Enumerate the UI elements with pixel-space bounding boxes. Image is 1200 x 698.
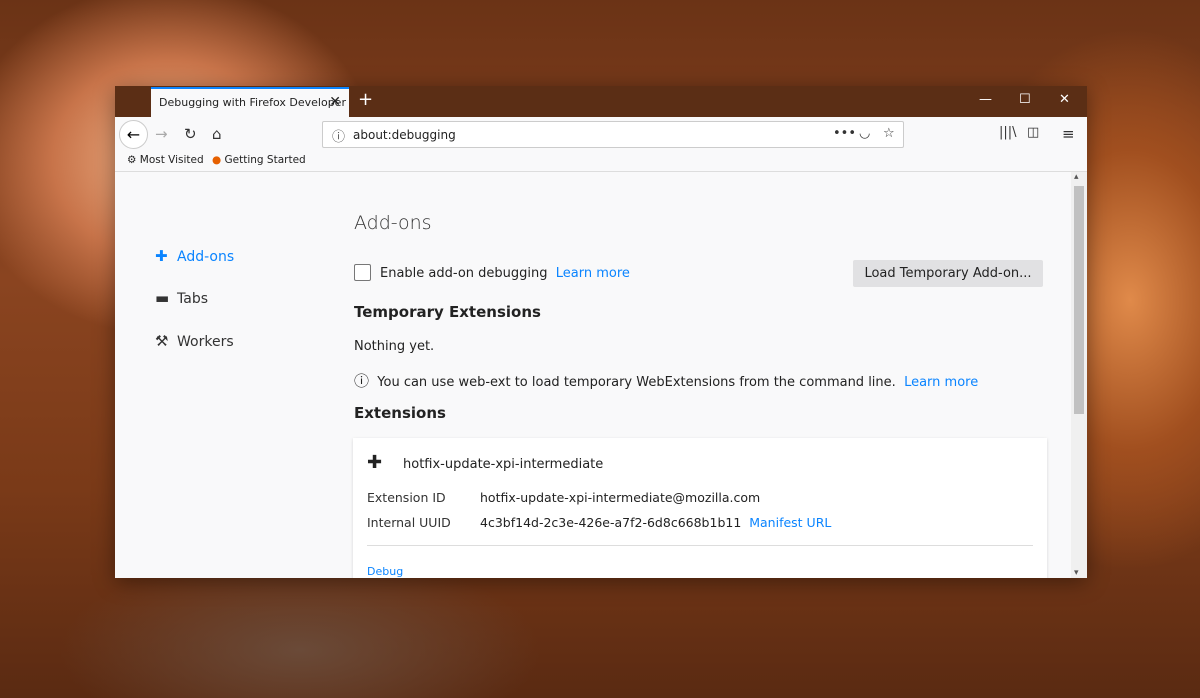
- extension-name: hotfix-update-xpi-intermediate: [403, 457, 604, 472]
- back-button[interactable]: ←: [119, 120, 148, 149]
- sidebar-item-label: Add-ons: [177, 249, 235, 265]
- internal-uuid-value: 4c3bf14d-2c3e-426e-a7f2-6d8c668b1b11: [480, 515, 742, 530]
- internal-uuid-label: Internal UUID: [367, 515, 451, 530]
- puzzle-icon: ✚: [367, 452, 383, 473]
- library-icon[interactable]: |||\: [999, 125, 1017, 140]
- enable-debugging-label: Enable add-on debugging: [380, 266, 548, 281]
- page-title: Add-ons: [354, 212, 432, 234]
- manifest-url-link[interactable]: Manifest URL: [749, 515, 831, 530]
- sidebar-item-label: Workers: [177, 334, 234, 350]
- bookmark-star-icon[interactable]: ☆: [883, 126, 895, 141]
- nothing-yet-text: Nothing yet.: [354, 339, 435, 354]
- info-icon[interactable]: ⓘ: [332, 126, 345, 145]
- close-tab-icon[interactable]: ✕: [329, 94, 341, 110]
- title-bar: Debugging with Firefox Developer ✕ + — ☐ …: [115, 86, 1087, 117]
- page-actions-icon[interactable]: •••: [833, 126, 856, 141]
- browser-window: Debugging with Firefox Developer ✕ + — ☐ …: [115, 86, 1087, 578]
- bookmark-getting-started[interactable]: ● Getting Started: [212, 154, 306, 166]
- learn-more-link[interactable]: Learn more: [556, 266, 630, 281]
- extension-id-value: hotfix-update-xpi-intermediate@mozilla.c…: [480, 490, 761, 505]
- debug-link[interactable]: Debug: [367, 565, 403, 578]
- web-ext-learn-more-link[interactable]: Learn more: [904, 375, 978, 390]
- tab-title: Debugging with Firefox Developer: [159, 96, 346, 109]
- minimize-button[interactable]: —: [979, 92, 992, 107]
- divider: [367, 545, 1033, 546]
- sidebar-toggle-icon[interactable]: ◫: [1027, 125, 1039, 140]
- extensions-heading: Extensions: [354, 404, 446, 422]
- bookmark-label: Getting Started: [224, 154, 306, 166]
- home-button[interactable]: ⌂: [212, 125, 222, 143]
- bookmarks-toolbar: ⚙ Most Visited ● Getting Started: [115, 151, 1087, 172]
- close-window-button[interactable]: ✕: [1059, 92, 1070, 107]
- forward-button[interactable]: →: [155, 125, 168, 143]
- sidebar-item-label: Tabs: [177, 291, 208, 307]
- nav-bar: ← → ↻ ⌂ ⓘ about:debugging ••• ◡ ☆ |||\ ◫ …: [115, 117, 1087, 151]
- url-bar[interactable]: ⓘ about:debugging ••• ◡ ☆: [322, 121, 904, 148]
- new-tab-button[interactable]: +: [358, 89, 373, 110]
- maximize-button[interactable]: ☐: [1019, 92, 1031, 107]
- scrollbar[interactable]: ▴ ▾: [1071, 172, 1087, 578]
- extension-card: ✚ hotfix-update-xpi-intermediate Extensi…: [353, 438, 1047, 578]
- puzzle-icon: ✚: [155, 247, 168, 265]
- bookmark-label: Most Visited: [139, 154, 204, 166]
- bookmark-most-visited[interactable]: ⚙ Most Visited: [127, 154, 204, 166]
- url-text: about:debugging: [353, 128, 456, 142]
- pocket-icon[interactable]: ◡: [859, 126, 870, 141]
- scroll-up-icon[interactable]: ▴: [1074, 172, 1079, 182]
- sidebar-item-workers[interactable]: ⚒ Workers: [155, 332, 234, 350]
- tab-icon: ▬: [155, 289, 170, 307]
- tools-icon: ⚒: [155, 332, 169, 350]
- scroll-down-icon[interactable]: ▾: [1074, 568, 1079, 578]
- temporary-extensions-heading: Temporary Extensions: [354, 303, 541, 321]
- firefox-icon: ●: [212, 154, 222, 166]
- tab-debugging[interactable]: Debugging with Firefox Developer ✕: [151, 87, 349, 117]
- hint-text: You can use web-ext to load temporary We…: [377, 375, 896, 390]
- help-icon: ⓘ: [354, 372, 370, 390]
- sidebar-item-addons[interactable]: ✚ Add-ons: [155, 247, 234, 265]
- scrollbar-thumb[interactable]: [1074, 186, 1084, 414]
- enable-debugging-checkbox[interactable]: [354, 264, 371, 281]
- load-temporary-addon-button[interactable]: Load Temporary Add-on...: [853, 260, 1043, 287]
- page-content: ✚ Add-ons ▬ Tabs ⚒ Workers Add-ons Enable a…: [115, 172, 1071, 578]
- extension-id-label: Extension ID: [367, 490, 446, 505]
- menu-icon[interactable]: ≡: [1062, 125, 1075, 143]
- sidebar-item-tabs[interactable]: ▬ Tabs: [155, 289, 208, 307]
- reload-button[interactable]: ↻: [184, 125, 197, 143]
